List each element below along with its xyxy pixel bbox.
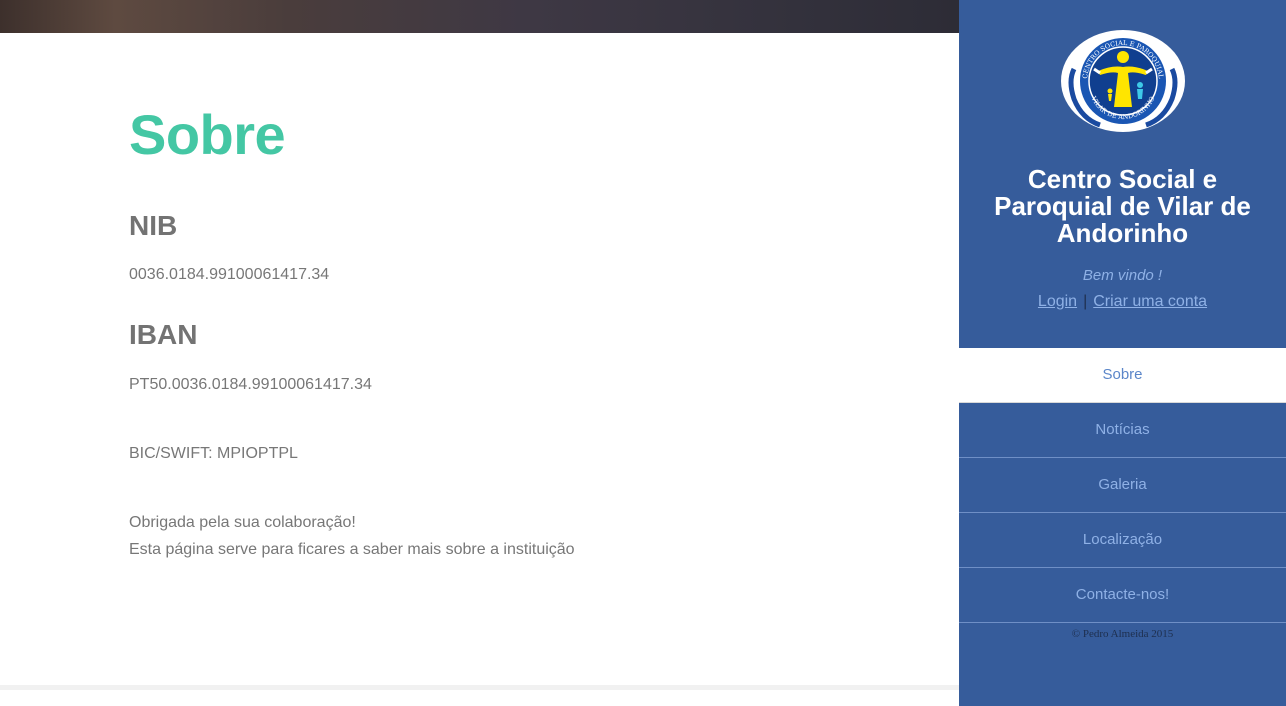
content-bottom-divider [0, 685, 959, 690]
sidebar-nav: Sobre Notícias Galeria Localização Conta… [959, 348, 1286, 623]
welcome-message: Bem vindo ! [1082, 267, 1163, 284]
nib-value: 0036.0184.99100061417.34 [129, 266, 330, 283]
register-link[interactable]: Criar uma conta [1093, 293, 1207, 310]
nav-item-sobre[interactable]: Sobre [959, 348, 1286, 403]
bic-swift-text: BIC/SWIFT: MPIOPTPL [129, 445, 298, 462]
nib-heading: NIB [129, 210, 178, 241]
site-title-line-2: Paroquial de Vilar de [994, 191, 1251, 221]
description-text: Esta página serve para ficares a saber m… [129, 541, 575, 558]
iban-value: PT50.0036.0184.99100061417.34 [129, 376, 372, 393]
login-link[interactable]: Login [1038, 293, 1077, 310]
auth-links: Login | Criar uma conta [959, 293, 1286, 311]
thanks-text: Obrigada pela sua colaboração! [129, 514, 356, 531]
nav-item-noticias[interactable]: Notícias [959, 403, 1286, 458]
sidebar: CENTRO SOCIAL E PAROQUIAL VILAR DE ANDOR… [959, 0, 1286, 706]
auth-separator: | [1083, 293, 1088, 310]
site-title-line-1: Centro Social e [1027, 164, 1218, 194]
nav-item-localizacao[interactable]: Localização [959, 513, 1286, 568]
site-title: Centro Social e Paroquial de Vilar de An… [959, 166, 1286, 247]
nav-item-galeria[interactable]: Galeria [959, 458, 1286, 513]
header-banner-image [0, 0, 959, 33]
institution-logo: CENTRO SOCIAL E PAROQUIAL VILAR DE ANDOR… [1060, 29, 1186, 133]
site-title-line-3: Andorinho [1056, 218, 1189, 248]
page-title: Sobre [129, 103, 286, 166]
iban-heading: IBAN [129, 319, 198, 350]
nav-item-contacte-nos[interactable]: Contacte-nos! [959, 568, 1286, 623]
footer-copyright: © Pedro Almeida 2015 [1071, 628, 1174, 640]
